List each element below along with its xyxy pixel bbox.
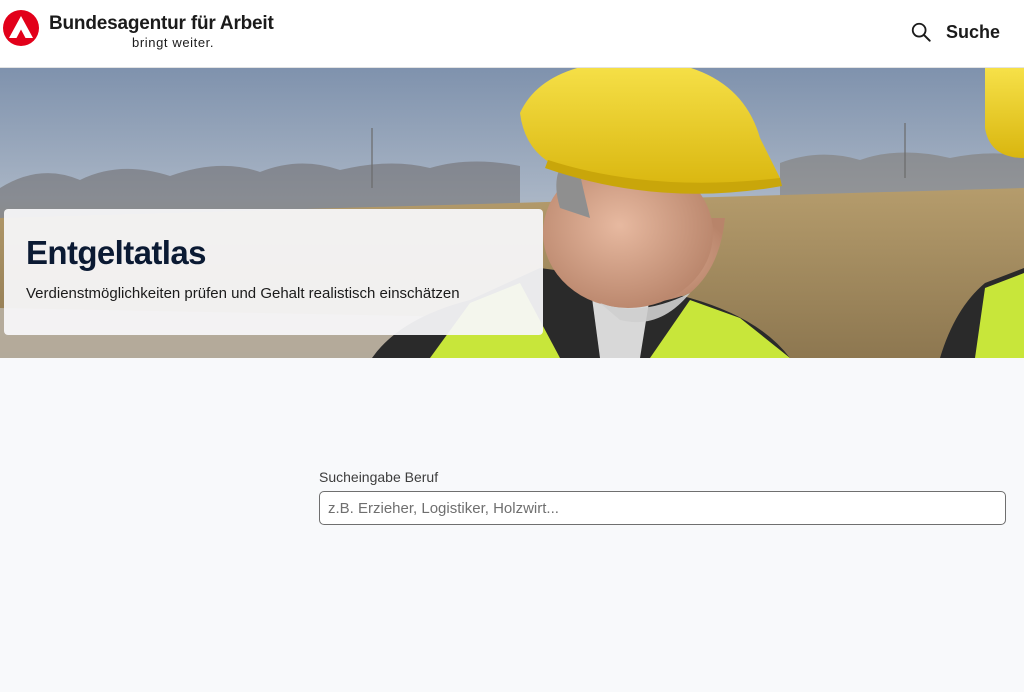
logo-claim: bringt weiter. xyxy=(132,35,215,50)
site-header: Bundesagentur für Arbeit bringt weiter. … xyxy=(0,0,1024,68)
search-field-label: Sucheingabe Beruf xyxy=(319,469,439,485)
occupation-search-input[interactable] xyxy=(319,491,1006,525)
ba-logo-icon xyxy=(3,10,39,46)
hero-card: Entgeltatlas Verdienstmöglichkeiten prüf… xyxy=(4,209,543,335)
logo-text: Bundesagentur für Arbeit bringt weiter. xyxy=(49,7,274,50)
page-subtitle: Verdienstmöglichkeiten prüfen und Gehalt… xyxy=(26,285,460,302)
page-title: Entgeltatlas xyxy=(26,234,206,271)
logo-link[interactable]: Bundesagentur für Arbeit bringt weiter. xyxy=(3,7,274,53)
hero-banner: Entgeltatlas Verdienstmöglichkeiten prüf… xyxy=(0,68,1024,358)
logo-name: Bundesagentur für Arbeit xyxy=(49,13,274,34)
search-button-label: Suche xyxy=(945,21,1000,42)
search-icon xyxy=(911,22,931,42)
search-button[interactable]: Suche xyxy=(910,18,1000,46)
